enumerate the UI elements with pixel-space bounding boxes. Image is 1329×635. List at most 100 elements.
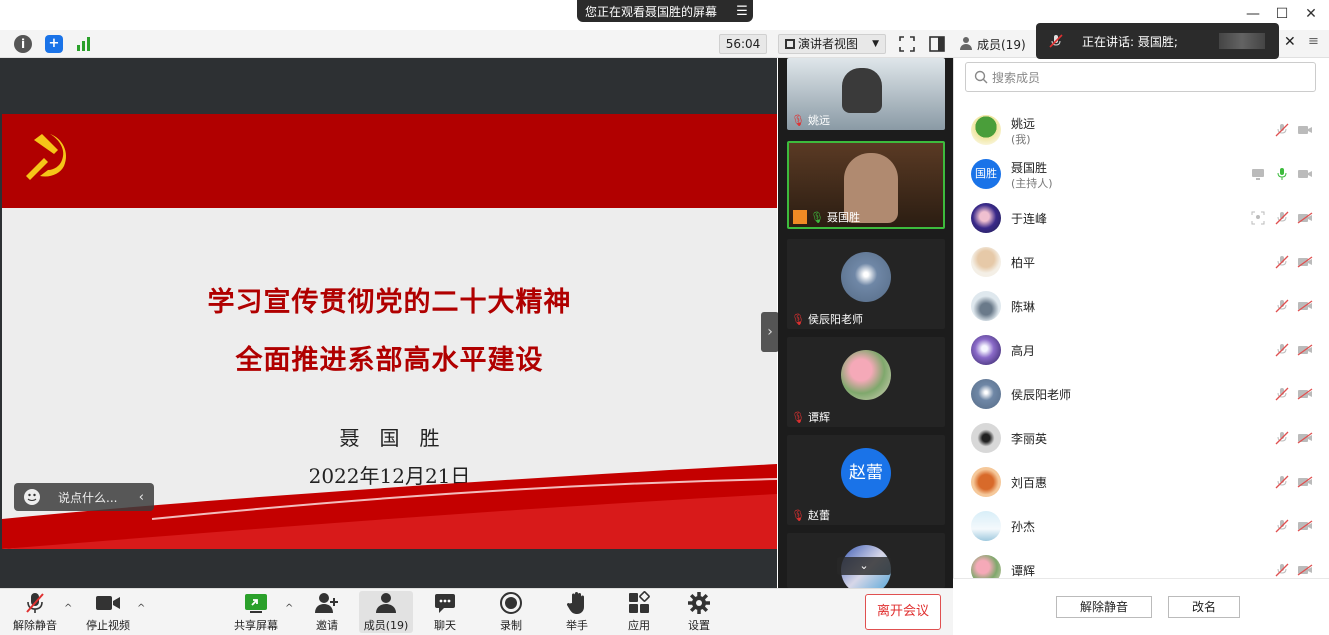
- invite-label: 邀请: [316, 619, 338, 632]
- member-avatar: [971, 511, 1001, 541]
- member-row[interactable]: 国胜 聂国胜 (主持人): [953, 152, 1329, 196]
- muted-mic-icon[interactable]: [1275, 519, 1289, 533]
- video-tile-active[interactable]: 🎙 聂国胜: [787, 141, 945, 229]
- camera-off-icon[interactable]: [1297, 520, 1313, 532]
- muted-mic-icon[interactable]: [1275, 387, 1289, 401]
- rename-button[interactable]: 改名: [1168, 596, 1240, 618]
- raise-hand-button[interactable]: 举手: [547, 591, 607, 633]
- members-button[interactable]: 成员(19): [359, 591, 413, 633]
- tile-name: 聂国胜: [826, 211, 860, 224]
- member-search-input[interactable]: 搜索成员: [965, 62, 1316, 92]
- scroll-down-icon[interactable]: ⌄: [837, 557, 891, 575]
- gear-icon: [688, 592, 710, 614]
- audio-options-caret-icon[interactable]: ^: [64, 603, 72, 614]
- unmute-button[interactable]: 解除静音: [5, 591, 65, 633]
- collapse-thumbnails-icon[interactable]: ›: [761, 312, 779, 352]
- view-mode-select[interactable]: 演讲者视图 ▼: [778, 34, 886, 54]
- muted-mic-icon[interactable]: [1275, 211, 1289, 225]
- search-placeholder: 搜索成员: [992, 70, 1041, 85]
- participant-avatar: [841, 350, 891, 400]
- invite-button[interactable]: 邀请: [297, 591, 357, 633]
- chat-button[interactable]: 聊天: [415, 591, 475, 633]
- maximize-icon[interactable]: ☐: [1270, 4, 1294, 24]
- member-row[interactable]: 柏平: [953, 240, 1329, 284]
- sidebar-toggle-icon[interactable]: [929, 36, 945, 52]
- close-window-icon[interactable]: ✕: [1299, 4, 1323, 24]
- member-row[interactable]: 高月: [953, 328, 1329, 372]
- party-emblem-icon: [20, 128, 78, 186]
- muted-mic-icon[interactable]: [1275, 563, 1289, 577]
- panel-close-icon[interactable]: ✕: [1284, 34, 1296, 50]
- muted-mic-icon: 🎙: [791, 410, 805, 424]
- fullscreen-icon[interactable]: [899, 36, 915, 52]
- muted-mic-icon[interactable]: [1275, 299, 1289, 313]
- member-avatar: [971, 115, 1001, 145]
- member-name: 谭辉: [1011, 564, 1036, 578]
- muted-mic-icon: 🎙: [791, 113, 805, 127]
- video-options-caret-icon[interactable]: ^: [137, 603, 145, 614]
- share-screen-button[interactable]: 共享屏幕: [226, 591, 286, 633]
- signal-icon[interactable]: [75, 36, 93, 52]
- raise-hand-label: 举手: [566, 619, 588, 632]
- member-row[interactable]: 姚远 (我): [953, 108, 1329, 152]
- camera-off-icon[interactable]: [1297, 212, 1313, 224]
- camera-off-icon[interactable]: [1297, 476, 1313, 488]
- minimize-icon[interactable]: —: [1241, 4, 1265, 24]
- camera-off-icon[interactable]: [1297, 344, 1313, 356]
- viewing-banner-text: 您正在观看聂国胜的屏幕: [585, 4, 718, 19]
- camera-off-icon[interactable]: [1297, 256, 1313, 268]
- camera-off-icon[interactable]: [1297, 300, 1313, 312]
- stop-video-button[interactable]: 停止视频: [78, 591, 138, 633]
- settings-label: 设置: [688, 619, 710, 632]
- security-shield-icon[interactable]: +: [45, 35, 63, 53]
- video-tile[interactable]: ⌄: [787, 533, 945, 588]
- viewing-banner[interactable]: 您正在观看聂国胜的屏幕 ☰: [577, 0, 753, 22]
- share-options-caret-icon[interactable]: ^: [285, 603, 293, 614]
- member-row[interactable]: 李丽英: [953, 416, 1329, 460]
- member-avatar: [971, 335, 1001, 365]
- member-row[interactable]: 于连峰: [953, 196, 1329, 240]
- settings-button[interactable]: 设置: [669, 591, 729, 633]
- video-tile[interactable]: 🎙 姚远: [787, 58, 945, 130]
- member-row[interactable]: 刘百惠: [953, 460, 1329, 504]
- menu-icon[interactable]: ☰: [731, 4, 753, 19]
- camera-off-icon[interactable]: [1297, 564, 1313, 576]
- video-tile[interactable]: 赵蕾 🎙 赵蕾: [787, 435, 945, 525]
- tile-label: 🎙 聂国胜: [793, 209, 860, 225]
- slide-author: 聂 国 胜: [339, 426, 440, 450]
- muted-mic-icon[interactable]: [1275, 475, 1289, 489]
- emoji-icon[interactable]: [24, 489, 40, 505]
- member-row[interactable]: 侯辰阳老师: [953, 372, 1329, 416]
- video-tile[interactable]: 🎙 谭辉: [787, 337, 945, 427]
- member-name: 高月: [1011, 344, 1036, 358]
- record-button[interactable]: 录制: [481, 591, 541, 633]
- view-mode-label: 演讲者视图: [798, 37, 859, 51]
- muted-mic-icon[interactable]: [1275, 431, 1289, 445]
- muted-mic-icon[interactable]: [1275, 255, 1289, 269]
- leave-meeting-button[interactable]: 离开会议: [865, 594, 941, 630]
- muted-mic-icon[interactable]: [1275, 123, 1289, 137]
- member-row[interactable]: 谭辉: [953, 548, 1329, 578]
- chevron-left-icon[interactable]: ‹: [139, 490, 144, 505]
- slide-title-line2: 全面推进系部高水平建设: [235, 345, 544, 376]
- mic-icon[interactable]: [1275, 167, 1289, 181]
- apps-button[interactable]: 应用: [609, 591, 669, 633]
- speaker-logo-icon: [1219, 33, 1265, 49]
- member-row[interactable]: 孙杰: [953, 504, 1329, 548]
- panel-menu-icon[interactable]: ≡: [1308, 34, 1319, 49]
- video-tile[interactable]: 🎙 侯辰阳老师: [787, 239, 945, 329]
- members-panel-title: 成员(19): [977, 38, 1026, 52]
- camera-icon[interactable]: [1297, 168, 1313, 180]
- chat-input-bubble[interactable]: 说点什么... ‹: [14, 483, 154, 511]
- muted-mic-icon[interactable]: [1275, 343, 1289, 357]
- camera-off-icon[interactable]: [1297, 432, 1313, 444]
- camera-off-icon[interactable]: [1297, 388, 1313, 400]
- camera-icon[interactable]: [1297, 124, 1313, 136]
- unmute-all-button[interactable]: 解除静音: [1056, 596, 1152, 618]
- member-row[interactable]: 陈琳: [953, 284, 1329, 328]
- record-label: 录制: [500, 619, 522, 632]
- active-speaker-toast: 正在讲话: 聂国胜;: [1036, 23, 1279, 59]
- member-avatar: [971, 555, 1001, 578]
- member-avatar: [971, 467, 1001, 497]
- info-icon[interactable]: i: [14, 35, 32, 53]
